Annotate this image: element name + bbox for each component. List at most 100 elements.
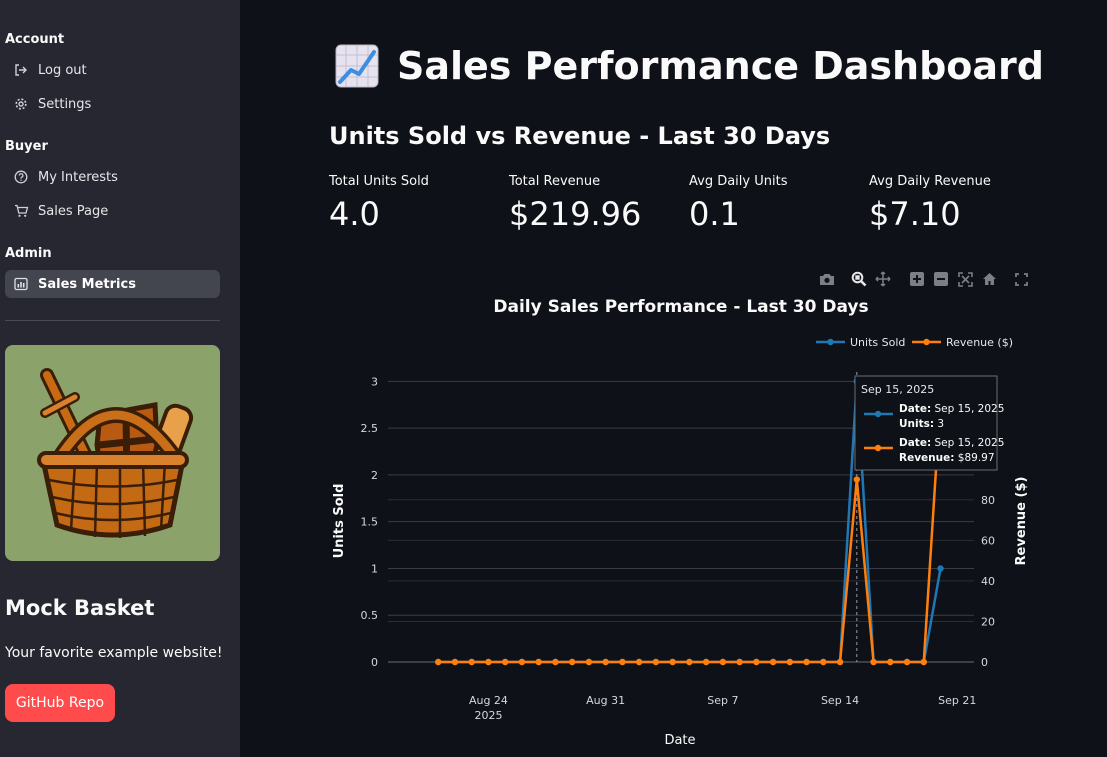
data-point-units xyxy=(870,658,877,666)
y-tick-label: 1.5 xyxy=(361,516,379,529)
chart-toolbar xyxy=(818,270,1030,288)
metric-total-units: Total Units Sold 4.0 xyxy=(329,174,504,233)
data-point-units xyxy=(652,658,660,666)
data-point-revenue xyxy=(602,658,609,666)
data-point-units xyxy=(702,658,710,666)
data-point-revenue xyxy=(719,658,727,666)
sidebar-item-settings[interactable]: Settings xyxy=(5,90,220,118)
data-point-units xyxy=(619,658,626,666)
data-point-revenue xyxy=(853,476,860,483)
data-point-revenue xyxy=(920,658,927,666)
pan-icon[interactable] xyxy=(874,270,892,288)
sidebar-item-my-interests[interactable]: My Interests xyxy=(5,163,220,191)
y-tick-label: 1 xyxy=(371,562,378,575)
data-point-units xyxy=(468,658,475,666)
y-tick-label: 0.5 xyxy=(361,609,379,622)
page-title: Sales Performance Dashboard xyxy=(335,40,1044,92)
x-tick-label: Sep 21 xyxy=(938,694,976,707)
data-point-units xyxy=(820,658,827,666)
sidebar-section-buyer: Buyer xyxy=(5,139,48,154)
data-point-units xyxy=(435,658,442,666)
sidebar-divider xyxy=(5,320,220,321)
data-point-revenue xyxy=(585,658,593,666)
data-point-revenue xyxy=(753,658,760,666)
hover-row-date: Date: Sep 15, 2025 xyxy=(899,437,1004,449)
hover-header: Sep 15, 2025 xyxy=(861,383,934,396)
sidebar-item-sales-page[interactable]: Sales Page xyxy=(5,197,220,225)
data-point-revenue xyxy=(652,658,660,666)
autoscale-icon[interactable] xyxy=(956,270,974,288)
data-point-units xyxy=(920,658,927,666)
data-point-units xyxy=(853,378,860,385)
hover-row-date: Date: Sep 15, 2025 xyxy=(899,403,1004,415)
camera-icon[interactable] xyxy=(818,270,836,288)
data-point-units xyxy=(568,658,576,666)
data-point-units xyxy=(719,658,727,666)
zoom-in-icon[interactable] xyxy=(908,270,926,288)
data-point-units xyxy=(769,658,777,666)
data-point-units xyxy=(502,658,509,666)
data-point-units xyxy=(635,658,643,666)
data-point-units xyxy=(552,658,559,666)
data-point-units xyxy=(903,658,911,666)
y2-tick-label: 80 xyxy=(981,494,995,507)
sidebar-item-sales-metrics[interactable]: Sales Metrics xyxy=(5,270,220,298)
chart-title: Daily Sales Performance - Last 30 Days xyxy=(493,297,868,317)
x-tick-label: Aug 31 xyxy=(586,694,625,707)
metric-value: $7.10 xyxy=(869,195,961,233)
chart-increasing-icon xyxy=(335,44,379,88)
series-line-units xyxy=(438,380,942,664)
fullscreen-icon[interactable] xyxy=(1012,270,1030,288)
data-point-units xyxy=(669,658,676,666)
data-point-revenue xyxy=(820,658,827,666)
legend-label: Revenue ($) xyxy=(946,336,1013,349)
metric-value: 4.0 xyxy=(329,195,380,233)
data-point-revenue xyxy=(903,658,911,666)
hover-row-marker xyxy=(874,444,882,452)
data-point-revenue xyxy=(786,658,794,666)
y2-tick-label: 20 xyxy=(981,615,995,628)
data-point-revenue xyxy=(535,658,542,666)
data-point-revenue xyxy=(887,658,894,666)
metric-label: Total Revenue xyxy=(509,174,601,189)
data-point-units xyxy=(736,658,743,666)
y-tick-label: 2 xyxy=(371,469,378,482)
data-point-revenue xyxy=(451,658,459,666)
github-repo-button[interactable]: GitHub Repo xyxy=(5,684,115,722)
y-tick-label: 2.5 xyxy=(361,422,379,435)
metric-label: Avg Daily Units xyxy=(689,174,788,189)
cart-icon xyxy=(12,202,30,220)
legend-label: Units Sold xyxy=(850,336,905,349)
data-point-units xyxy=(937,565,944,572)
sidebar-section-account: Account xyxy=(5,32,65,47)
data-point-revenue xyxy=(870,658,877,666)
data-point-units xyxy=(686,658,693,666)
data-point-revenue xyxy=(669,658,676,666)
sidebar-item-label: Settings xyxy=(38,96,92,112)
data-point-units xyxy=(585,658,593,666)
data-point-revenue xyxy=(635,658,643,666)
data-point-units xyxy=(753,658,760,666)
sidebar: Account Log out Settings Buyer My Intere… xyxy=(0,0,240,757)
home-icon[interactable] xyxy=(980,270,998,288)
data-point-units xyxy=(602,658,609,666)
y-tick-label: 0 xyxy=(371,656,378,669)
sidebar-item-logout[interactable]: Log out xyxy=(5,56,220,84)
metric-label: Total Units Sold xyxy=(329,174,429,189)
legend-swatch-marker xyxy=(923,338,930,346)
metric-value: 0.1 xyxy=(689,195,740,233)
x-tick-label: Sep 14 xyxy=(821,694,859,707)
data-point-revenue xyxy=(619,658,626,666)
y2-axis-title: Revenue ($) xyxy=(1014,477,1029,566)
x-tick-label: Sep 7 xyxy=(707,694,738,707)
x-tick-label: Aug 24 xyxy=(469,694,508,707)
data-point-revenue xyxy=(518,658,526,666)
data-point-revenue xyxy=(552,658,559,666)
series-line-revenue xyxy=(438,398,942,664)
basket-logo xyxy=(5,345,220,561)
data-point-units xyxy=(786,658,794,666)
data-point-revenue xyxy=(803,658,810,666)
zoom-out-icon[interactable] xyxy=(932,270,950,288)
zoom-icon[interactable] xyxy=(850,270,868,288)
data-point-revenue xyxy=(702,658,710,666)
